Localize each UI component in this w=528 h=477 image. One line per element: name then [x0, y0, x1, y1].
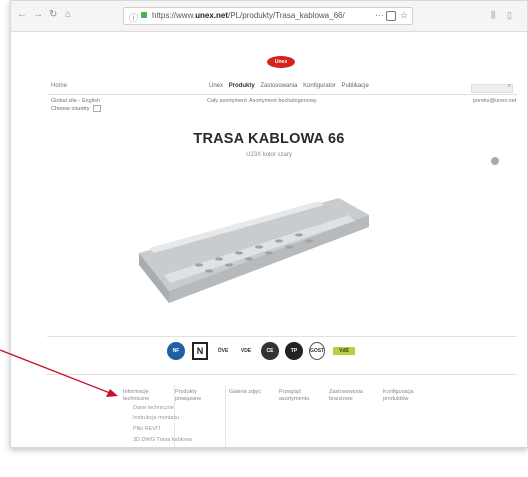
- link-3d-dwg[interactable]: 3D DWG Trasa kablowa: [133, 437, 192, 443]
- home-icon[interactable]: ⌂: [65, 10, 71, 20]
- tab-label: Produkty: [175, 389, 197, 395]
- pocket-icon[interactable]: [386, 11, 396, 21]
- reload-icon[interactable]: ↻: [49, 10, 57, 20]
- tab-product-configuration[interactable]: Konfiguracja produktów: [383, 389, 414, 403]
- search-input[interactable]: ⌕: [471, 83, 513, 93]
- link-revit-files[interactable]: Pliki REVIT: [133, 426, 161, 432]
- lock-icon: [141, 12, 147, 18]
- unex-logo[interactable]: Unex: [267, 56, 295, 68]
- tab-label: techniczne: [123, 396, 150, 402]
- tab-label: Informacje: [123, 389, 149, 395]
- tab-industry-applications[interactable]: Zastosowania branżowe: [329, 389, 363, 403]
- product-image: [139, 198, 369, 303]
- menu-item-zastosowania[interactable]: Zastosowania: [260, 83, 297, 89]
- tab-label: produktów: [383, 396, 409, 402]
- choose-country-label: Choose country: [51, 105, 90, 112]
- gost-cert-icon: GOST: [309, 342, 325, 360]
- global-site-link[interactable]: Global site - English: [51, 98, 100, 104]
- vds-cert-icon: VdS: [333, 347, 355, 355]
- menu-item-produkty[interactable]: Produkty: [229, 83, 255, 89]
- n-cert-icon: N: [192, 342, 208, 360]
- ce-cert-icon: CE: [261, 342, 279, 360]
- url-text: https://www.unex.net/PL/produkty/Trasa_k…: [152, 11, 345, 20]
- tab-label: Przegląd: [279, 389, 301, 395]
- product-subtitle: U23X kolor szary: [246, 152, 292, 158]
- info-icon[interactable]: ⓘ: [129, 11, 138, 24]
- page-title: TRASA KABLOWA 66: [193, 131, 345, 147]
- address-bar[interactable]: ⓘ https://www.unex.net/PL/produkty/Trasa…: [123, 7, 413, 25]
- search-icon[interactable]: ⌕: [508, 83, 511, 90]
- main-menu: Unex Produkty Zastosowania Konfigurator …: [209, 83, 373, 89]
- menu-item-konfigurator[interactable]: Konfigurator: [303, 83, 336, 89]
- home-link[interactable]: Home: [51, 83, 67, 89]
- tab-label: branżowe: [329, 396, 353, 402]
- divider: [47, 94, 517, 95]
- dropdown-icon[interactable]: [92, 105, 101, 112]
- country-selector[interactable]: Choose country: [51, 105, 101, 112]
- tab-label: Konfiguracja: [383, 389, 414, 395]
- link-installation-manual[interactable]: Instrukcja montażu: [133, 415, 179, 421]
- tab-gallery[interactable]: Galeria zdjęć: [229, 389, 261, 396]
- submenu-halogen-free[interactable]: Asortyment bezhalogenowy: [249, 98, 317, 104]
- column-divider: [225, 385, 226, 447]
- divider: [47, 374, 517, 375]
- top-navigation: Home Unex Produkty Zastosowania Konfigur…: [11, 81, 527, 95]
- back-icon[interactable]: ←: [17, 10, 27, 20]
- certifications-row: NF N ÖVE VDE CE TP GOST VdS: [11, 341, 527, 365]
- browser-toolbar: ← → ↻ ⌂ ⓘ https://www.unex.net/PL/produk…: [11, 1, 527, 32]
- submenu-all-products[interactable]: Cały asortyment: [207, 98, 247, 104]
- info-circle-icon[interactable]: [491, 157, 499, 165]
- nf-cert-icon: NF: [167, 342, 185, 360]
- link-technical-data[interactable]: Dane techniczne: [133, 405, 174, 411]
- tab-related-products[interactable]: Produkty powiązane: [175, 389, 201, 403]
- tp-cert-icon: TP: [285, 342, 303, 360]
- tab-range-overview[interactable]: Przegląd asortymentu: [279, 389, 309, 403]
- menu-item-unex[interactable]: Unex: [209, 83, 223, 89]
- divider: [47, 336, 517, 337]
- bookmark-star-icon[interactable]: ☆: [400, 10, 408, 21]
- menu-item-publikacje[interactable]: Publikacje: [341, 83, 368, 89]
- sidebar-icon[interactable]: ▯: [507, 10, 512, 21]
- tab-technical-info[interactable]: Informacje techniczne: [123, 389, 149, 403]
- forward-icon[interactable]: →: [33, 10, 43, 20]
- tab-label: powiązane: [175, 396, 202, 402]
- tab-label: Zastosowania: [329, 389, 363, 395]
- vde-cert-icon: VDE: [240, 348, 252, 354]
- tab-label: Galeria zdjęć: [229, 389, 262, 395]
- ove-cert-icon: ÖVE: [217, 348, 229, 354]
- page-actions-icon[interactable]: ···: [375, 10, 384, 20]
- tab-label: asortymentu: [279, 396, 310, 402]
- library-icon[interactable]: ⫼: [491, 10, 495, 21]
- browser-window: ← → ↻ ⌂ ⓘ https://www.unex.net/PL/produk…: [10, 0, 528, 448]
- email-link[interactable]: poreks@unex.net: [473, 98, 516, 104]
